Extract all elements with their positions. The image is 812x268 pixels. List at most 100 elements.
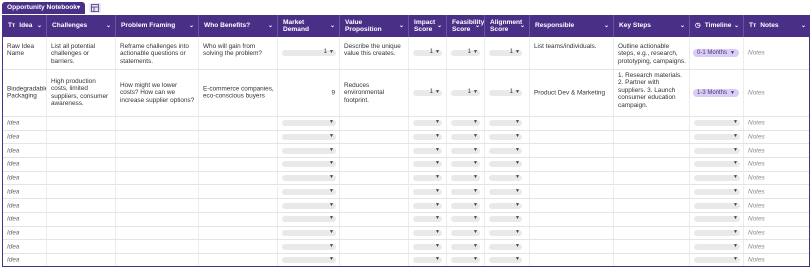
table-view-icon[interactable] [89,3,101,13]
cell-framing[interactable] [116,226,199,240]
cell-framing[interactable]: How might we lower costs? How can we inc… [116,70,199,116]
feasibility-dropdown[interactable]: ▼ [451,174,480,182]
cell-impact[interactable]: 1 ▼ [409,70,447,116]
cell-alignment[interactable]: ▼ [485,171,530,185]
cell-impact[interactable]: ▼ [409,254,447,266]
feasibility-dropdown[interactable]: ▼ [451,215,480,223]
timeline-dropdown[interactable]: ▼ [694,174,740,182]
timeline-dropdown[interactable]: ▼ [694,147,740,154]
cell-alignment[interactable]: 1 ▼ [485,70,530,116]
cell-challenges[interactable] [47,226,116,240]
cell-alignment[interactable]: ▼ [485,240,530,253]
cell-challenges[interactable]: High production costs, limited suppliers… [47,70,116,116]
cell-benefits[interactable] [199,240,278,253]
column-header-benefits[interactable]: Who Benefits? ⌄ [199,15,278,37]
column-header-framing[interactable]: Problem Framing ⌄ [116,15,199,37]
cell-steps[interactable]: 1. Research materials. 2. Partner with s… [614,70,690,116]
cell-impact[interactable]: ▼ [409,158,447,171]
cell-timeline[interactable]: ▼ [690,185,744,199]
cell-feasibility[interactable]: 1 ▼ [447,37,485,69]
timeline-dropdown[interactable]: ▼ [694,243,740,250]
demand-dropdown[interactable]: ▼ [282,215,336,223]
cell-demand[interactable]: ▼ [278,158,340,171]
timeline-dropdown[interactable]: ▼ [694,215,740,223]
cell-challenges[interactable] [47,240,116,253]
cell-demand[interactable]: 9 [278,70,340,116]
impact-dropdown[interactable]: ▼ [413,133,442,141]
cell-benefits[interactable] [199,199,278,212]
cell-steps[interactable] [614,171,690,185]
cell-responsible[interactable]: Product Dev & Marketing [530,70,614,116]
column-header-notes[interactable]: Tт Notes ⌄ [744,15,809,37]
cell-demand[interactable]: ▼ [278,240,340,253]
cell-timeline[interactable]: ▼ [690,158,744,171]
demand-dropdown[interactable]: ▼ [282,188,336,195]
cell-responsible[interactable] [530,199,614,212]
cell-framing[interactable] [116,117,199,130]
timeline-dropdown[interactable]: ▼ [694,119,740,127]
alignment-dropdown[interactable]: ▼ [489,202,522,209]
feasibility-dropdown[interactable]: ▼ [451,160,480,168]
cell-challenges[interactable] [47,171,116,185]
cell-impact[interactable]: ▼ [409,212,447,226]
cell-benefits[interactable]: Who will gain from solving the problem? [199,37,278,69]
cell-feasibility[interactable]: ▼ [447,158,485,171]
chevron-down-icon[interactable]: ⌄ [604,22,609,29]
cell-steps[interactable] [614,130,690,144]
cell-timeline[interactable]: ▼ [690,240,744,253]
cell-benefits[interactable] [199,158,278,171]
timeline-dropdown[interactable]: ▼ [694,133,740,141]
impact-dropdown[interactable]: ▼ [413,202,442,209]
cell-responsible[interactable] [530,212,614,226]
cell-framing[interactable] [116,212,199,226]
column-header-impact[interactable]: Impact Score ⌄ [409,15,447,37]
alignment-dropdown[interactable]: ▼ [489,215,522,223]
impact-dropdown[interactable]: 1 ▼ [413,49,442,56]
cell-alignment[interactable]: ▼ [485,199,530,212]
cell-notes[interactable]: Notes [744,254,809,266]
cell-impact[interactable]: ▼ [409,171,447,185]
cell-responsible[interactable] [530,130,614,144]
feasibility-dropdown[interactable]: ▼ [451,202,480,209]
column-header-idea[interactable]: Tт Idea ⌄ [3,15,47,37]
cell-notes[interactable]: Notes [744,144,809,157]
impact-dropdown[interactable]: ▼ [413,147,442,154]
chevron-down-icon[interactable]: ⌄ [475,22,480,29]
feasibility-dropdown[interactable]: 1 ▼ [451,49,480,56]
demand-dropdown[interactable]: 1 ▼ [282,49,336,56]
cell-challenges[interactable] [47,185,116,199]
cell-notes[interactable]: Notes [744,199,809,212]
feasibility-dropdown[interactable]: ▼ [451,119,480,127]
cell-notes[interactable]: Notes [744,131,809,144]
cell-steps[interactable] [614,185,690,199]
chevron-down-icon[interactable]: ⌄ [437,22,442,29]
cell-alignment[interactable]: ▼ [485,144,530,158]
impact-dropdown[interactable]: ▼ [413,215,442,223]
cell-feasibility[interactable]: ▼ [447,254,485,266]
cell-value[interactable] [340,130,409,144]
cell-idea[interactable]: Idea [3,158,47,171]
cell-alignment[interactable]: ▼ [485,158,530,171]
cell-timeline[interactable]: ▼ [690,144,744,158]
cell-steps[interactable] [614,144,690,158]
cell-framing[interactable] [116,158,199,171]
cell-framing[interactable] [116,171,199,185]
cell-responsible[interactable] [530,240,614,253]
alignment-dropdown[interactable]: ▼ [489,119,522,127]
cell-benefits[interactable] [199,144,278,158]
cell-idea[interactable]: Idea [3,144,47,158]
cell-value[interactable] [340,240,409,253]
cell-idea[interactable]: Raw Idea Name [3,37,47,69]
timeline-dropdown[interactable]: ▼ [694,229,740,236]
column-header-timeline[interactable]: ◷ Timeline ⌄ [690,15,744,37]
chevron-down-icon[interactable]: ⌄ [268,22,273,29]
cell-steps[interactable]: Outline actionable steps, e.g., research… [614,37,690,69]
cell-benefits[interactable] [199,117,278,130]
cell-impact[interactable]: ▼ [409,226,447,240]
cell-demand[interactable]: ▼ [278,212,340,226]
cell-notes[interactable]: Notes [744,227,809,240]
cell-timeline[interactable]: ▼ [690,254,744,266]
cell-steps[interactable] [614,212,690,226]
cell-framing[interactable] [116,185,199,199]
demand-dropdown[interactable]: ▼ [282,229,336,236]
